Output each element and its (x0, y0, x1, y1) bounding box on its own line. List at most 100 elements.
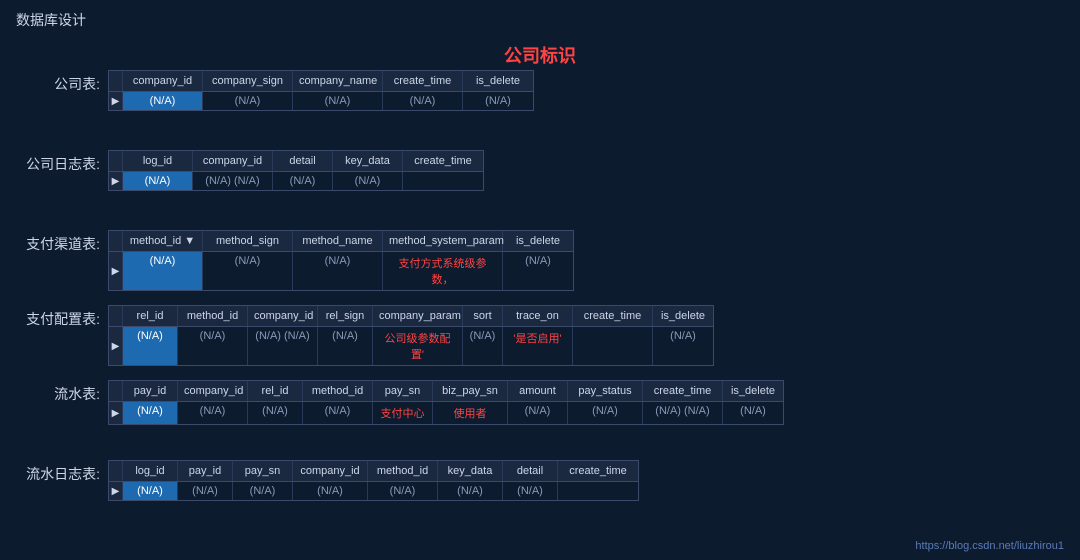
header-cell-7: create_time (558, 461, 638, 481)
section-transaction-table: 流水表:pay_idcompany_idrel_idmethod_idpay_s… (10, 380, 784, 425)
header-cell-4: is_delete (503, 231, 573, 251)
data-cell-1: (N/A) (178, 482, 233, 500)
data-cell-5: (N/A) (438, 482, 503, 500)
header-cell-3: create_time (383, 71, 463, 91)
data-cell-4: (N/A) (368, 482, 438, 500)
data-cell-7 (573, 327, 653, 365)
header-cell-5: sort (463, 306, 503, 326)
header-cell-2: rel_id (248, 381, 303, 401)
data-cell-0: (N/A) (123, 327, 178, 365)
data-cell-3: (N/A) (318, 327, 373, 365)
table-transaction-log-table: log_idpay_idpay_sncompany_idmethod_idkey… (108, 460, 639, 501)
header-cell-3: company_id (293, 461, 368, 481)
label-company-table: 公司表: (10, 70, 100, 94)
data-cell-3: (N/A) (293, 482, 368, 500)
data-cell-1: (N/A) (N/A) (193, 172, 273, 190)
table-row: ▶(N/A)(N/A) (N/A)(N/A)(N/A) (109, 172, 483, 190)
header-cell-1: company_id (193, 151, 273, 171)
data-cell-7 (558, 482, 638, 500)
data-cell-6: (N/A) (503, 482, 558, 500)
row-indicator: ▶ (109, 92, 123, 110)
table-company-table: company_idcompany_signcompany_namecreate… (108, 70, 534, 111)
data-cell-2: (N/A) (293, 92, 383, 110)
row-indicator: ▶ (109, 252, 123, 290)
header-cell-2: pay_sn (233, 461, 293, 481)
header-cell-4: create_time (403, 151, 483, 171)
table-company-log-table: log_idcompany_iddetailkey_datacreate_tim… (108, 150, 484, 191)
data-cell-2: (N/A) (273, 172, 333, 190)
header-cell-5: key_data (438, 461, 503, 481)
data-cell-8: (N/A) (653, 327, 713, 365)
header-cell-4: is_delete (463, 71, 533, 91)
data-cell-0: (N/A) (123, 172, 193, 190)
header-cell-0: pay_id (123, 381, 178, 401)
header-cell-3: key_data (333, 151, 403, 171)
data-cell-2: (N/A) (N/A) (248, 327, 318, 365)
data-cell-0: (N/A) (123, 402, 178, 424)
header-cell-0: method_id ▼ (123, 231, 203, 251)
header-cell-0: rel_id (123, 306, 178, 326)
data-cell-6: '是否启用' (503, 327, 573, 365)
header-cell-0: log_id (123, 461, 178, 481)
data-cell-1: (N/A) (178, 402, 248, 424)
data-cell-4: (N/A) (503, 252, 573, 290)
label-transaction-log-table: 流水日志表: (10, 460, 100, 484)
data-cell-4: (N/A) (463, 92, 533, 110)
data-cell-2: (N/A) (233, 482, 293, 500)
data-cell-8: (N/A) (N/A) (643, 402, 723, 424)
header-cell-7: create_time (573, 306, 653, 326)
data-cell-0: (N/A) (123, 92, 203, 110)
table-transaction-table: pay_idcompany_idrel_idmethod_idpay_snbiz… (108, 380, 784, 425)
table-row: ▶(N/A)(N/A)(N/A) (N/A)(N/A)公司级参数配置'(N/A)… (109, 327, 713, 365)
main-label: 公司标识 (0, 42, 1080, 68)
data-cell-1: (N/A) (178, 327, 248, 365)
row-indicator: ▶ (109, 402, 123, 424)
data-cell-4: 支付中心 (373, 402, 433, 424)
data-cell-3: (N/A) (383, 92, 463, 110)
header-cell-6: trace_on (503, 306, 573, 326)
data-cell-0: (N/A) (123, 482, 178, 500)
label-payment-channel-table: 支付渠道表: (10, 230, 100, 254)
header-cell-0: company_id (123, 71, 203, 91)
table-row: ▶(N/A)(N/A)(N/A)支付方式系统级参数，(N/A) (109, 252, 573, 290)
data-cell-4 (403, 172, 483, 190)
page-title: 数据库设计 (16, 10, 86, 30)
data-cell-4: 公司级参数配置' (373, 327, 463, 365)
table-payment-channel-table: method_id ▼method_signmethod_namemethod_… (108, 230, 574, 291)
header-cell-1: pay_id (178, 461, 233, 481)
data-cell-3: (N/A) (333, 172, 403, 190)
data-cell-3: 支付方式系统级参数， (383, 252, 503, 290)
section-payment-config-table: 支付配置表: rel_idmethod_idcompany_idrel_signc… (10, 305, 714, 366)
header-cell-2: company_id (248, 306, 318, 326)
data-cell-7: (N/A) (568, 402, 643, 424)
label-company-log-table: 公司日志表: (10, 150, 100, 174)
header-cell-1: company_id (178, 381, 248, 401)
header-cell-6: amount (508, 381, 568, 401)
header-cell-1: method_sign (203, 231, 293, 251)
label-payment-config-table: 支付配置表: (10, 305, 100, 329)
header-cell-4: company_param (373, 306, 463, 326)
data-cell-9: (N/A) (723, 402, 783, 424)
header-cell-3: method_id (303, 381, 373, 401)
header-cell-5: biz_pay_sn (433, 381, 508, 401)
table-row: ▶(N/A)(N/A)(N/A)(N/A)支付中心使用者(N/A)(N/A)(N… (109, 402, 783, 424)
header-cell-9: is_delete (723, 381, 783, 401)
header-cell-4: pay_sn (373, 381, 433, 401)
table-row: ▶(N/A)(N/A)(N/A)(N/A)(N/A) (109, 92, 533, 110)
data-cell-3: (N/A) (303, 402, 373, 424)
section-transaction-log-table: 流水日志表: log_idpay_idpay_sncompany_idmethod… (10, 460, 639, 501)
table-payment-config-table: rel_idmethod_idcompany_idrel_signcompany… (108, 305, 714, 366)
section-payment-channel-table: 支付渠道表: method_id ▼method_signmethod_namem… (10, 230, 574, 291)
data-cell-6: (N/A) (508, 402, 568, 424)
header-cell-2: company_name (293, 71, 383, 91)
label-transaction-table: 流水表: (10, 380, 100, 404)
header-cell-7: pay_status (568, 381, 643, 401)
data-cell-5: 使用者 (433, 402, 508, 424)
header-cell-4: method_id (368, 461, 438, 481)
header-cell-1: company_sign (203, 71, 293, 91)
row-indicator: ▶ (109, 327, 123, 365)
data-cell-1: (N/A) (203, 92, 293, 110)
header-cell-0: log_id (123, 151, 193, 171)
header-cell-1: method_id (178, 306, 248, 326)
section-company-table: 公司表: company_idcompany_signcompany_namecr… (10, 70, 534, 111)
